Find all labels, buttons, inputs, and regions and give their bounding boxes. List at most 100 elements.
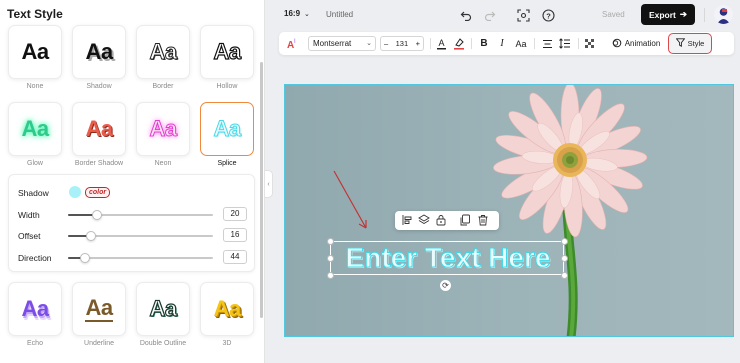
panel-title: Text Style xyxy=(7,7,63,21)
style-sample: Aa xyxy=(213,296,241,321)
style-card-3d[interactable]: Aa xyxy=(200,282,254,336)
duplicate-icon[interactable] xyxy=(459,214,471,226)
width-value[interactable]: 20 xyxy=(223,207,247,221)
slider-thumb[interactable] xyxy=(92,210,102,220)
font-family-select[interactable]: Montserrat ⌄ xyxy=(308,36,376,51)
italic-icon[interactable]: I xyxy=(495,35,509,52)
style-card-underline[interactable]: Aa xyxy=(72,282,126,336)
style-sample: Aa xyxy=(85,39,113,64)
width-label: Width xyxy=(18,210,40,220)
transparency-icon[interactable] xyxy=(582,35,598,52)
canvas-text[interactable]: Enter Text Here xyxy=(332,242,564,274)
collapse-panel-chevron-icon[interactable]: ‹ xyxy=(265,170,273,198)
offset-label: Offset xyxy=(18,231,41,241)
text-case-button[interactable]: Aa xyxy=(513,35,529,52)
style-label: Echo xyxy=(27,340,43,347)
style-label: Double Outline xyxy=(139,340,187,347)
style-card-echo[interactable]: Aa xyxy=(8,282,62,336)
screenshot-icon[interactable] xyxy=(515,7,531,23)
style-card-border[interactable]: Aa xyxy=(136,25,190,79)
style-label: Border xyxy=(152,83,174,90)
slider-thumb[interactable] xyxy=(86,231,97,241)
style-button[interactable]: Style xyxy=(668,33,712,54)
style-sample: Aa xyxy=(21,296,49,321)
direction-slider[interactable] xyxy=(68,253,213,263)
redo-icon[interactable] xyxy=(482,7,498,23)
chevron-down-icon: ⌄ xyxy=(366,40,372,47)
export-button[interactable]: Export ➔ xyxy=(641,4,695,25)
style-sample: Aa xyxy=(85,116,113,141)
layers-icon[interactable] xyxy=(418,214,430,226)
chevron-down-icon: ⌄ xyxy=(304,11,310,18)
style-card-shadow[interactable]: Aa xyxy=(72,25,126,79)
style-sample: Aa xyxy=(21,39,49,64)
style-card-double-outline[interactable]: Aa xyxy=(136,282,190,336)
font-size-stepper[interactable]: – 131 + xyxy=(380,36,424,51)
align-icon[interactable] xyxy=(401,214,413,226)
font-size-value[interactable]: 131 xyxy=(396,39,409,48)
offset-value[interactable]: 16 xyxy=(223,228,247,242)
style-label: Splice xyxy=(217,160,237,167)
highlight-color-icon[interactable] xyxy=(451,35,467,52)
avatar[interactable] xyxy=(714,5,733,24)
lock-icon[interactable] xyxy=(435,214,447,226)
plus-icon[interactable]: + xyxy=(416,39,420,48)
text-style-panel: Text Style Aa None Aa Shadow Aa Border A… xyxy=(0,0,265,363)
style-label: Glow xyxy=(27,160,43,167)
divider xyxy=(578,38,579,49)
element-mini-toolbar xyxy=(395,211,499,230)
minus-icon[interactable]: – xyxy=(384,39,388,48)
style-label: Neon xyxy=(154,160,172,167)
style-label: Style xyxy=(687,39,705,48)
export-label: Export xyxy=(648,9,676,20)
divider xyxy=(430,38,431,49)
undo-icon[interactable] xyxy=(458,7,474,23)
style-card-none[interactable]: Aa xyxy=(8,25,62,79)
style-settings: Shadow color Width 20 Offset 16 Directio… xyxy=(8,174,255,272)
style-card-neon[interactable]: Aa xyxy=(136,102,190,156)
aspect-ratio-select[interactable]: 16:9 ⌄ xyxy=(284,9,310,18)
style-sample: Aa xyxy=(85,294,113,322)
slider-thumb[interactable] xyxy=(80,253,91,263)
style-sample: Aa xyxy=(21,116,49,141)
style-label: Shadow xyxy=(86,83,112,90)
offset-slider[interactable] xyxy=(68,231,213,241)
ai-text-icon[interactable]: AI xyxy=(283,35,301,52)
animation-label: Animation xyxy=(624,39,661,48)
trash-icon[interactable] xyxy=(477,214,489,226)
style-label: Hollow xyxy=(216,83,238,90)
style-label: 3D xyxy=(222,340,232,347)
document-title[interactable]: Untitled xyxy=(326,10,353,19)
style-card-glow[interactable]: Aa xyxy=(8,102,62,156)
direction-label: Direction xyxy=(18,253,52,263)
svg-text:I: I xyxy=(294,39,296,45)
style-card-splice[interactable]: Aa xyxy=(200,102,254,156)
width-slider[interactable] xyxy=(68,210,213,220)
text-toolbar: AI Montserrat ⌄ – 131 + A B I Aa Animatio… xyxy=(279,32,734,55)
style-label: Border Shadow xyxy=(74,160,124,167)
text-color-icon[interactable]: A xyxy=(433,35,449,52)
style-sample: Aa xyxy=(149,296,178,321)
saved-status: Saved xyxy=(602,10,625,19)
align-center-icon[interactable] xyxy=(539,35,555,52)
style-card-border-shadow[interactable]: Aa xyxy=(72,102,126,156)
design-canvas[interactable]: Enter Text Here ⟳ xyxy=(284,84,734,337)
style-card-hollow[interactable]: Aa xyxy=(200,25,254,79)
animation-icon xyxy=(612,38,622,50)
rotate-icon[interactable]: ⟳ xyxy=(440,280,451,291)
help-icon[interactable]: ? xyxy=(540,7,556,23)
style-sample: Aa xyxy=(149,39,178,64)
style-sample: Aa xyxy=(213,116,242,141)
animation-button[interactable]: Animation xyxy=(609,35,663,52)
shadow-label: Shadow xyxy=(18,188,49,198)
shadow-color-swatch[interactable] xyxy=(69,186,81,198)
bold-icon[interactable]: B xyxy=(477,35,491,52)
panel-scrollbar[interactable] xyxy=(260,62,263,318)
aspect-ratio-value: 16:9 xyxy=(284,9,301,18)
style-sample: Aa xyxy=(149,116,178,141)
top-bar: 16:9 ⌄ Untitled ? Saved Export ➔ xyxy=(274,0,740,30)
line-spacing-icon[interactable] xyxy=(557,35,573,52)
color-annotation-tag: color xyxy=(85,187,111,198)
filter-icon xyxy=(675,38,686,49)
direction-value[interactable]: 44 xyxy=(223,250,247,264)
